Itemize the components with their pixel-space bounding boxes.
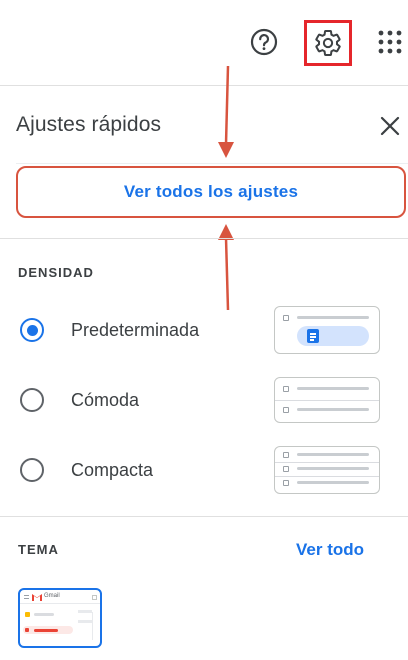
density-preview-comfortable: [274, 377, 380, 423]
density-option-label: Compacta: [71, 459, 154, 480]
see-all-themes-link[interactable]: Ver todo: [296, 540, 364, 560]
density-heading: DENSIDAD: [18, 265, 94, 280]
close-button[interactable]: [376, 112, 404, 140]
radio-compact[interactable]: [20, 458, 44, 482]
density-preview-default: [274, 306, 380, 354]
document-icon: [307, 329, 319, 343]
section-divider-top: [0, 238, 408, 239]
section-divider-bottom: [0, 516, 408, 517]
close-icon: [380, 116, 400, 136]
top-bar: [0, 0, 408, 84]
annotation-arrow-up: [218, 224, 234, 311]
gmail-brand-text: Gmail: [44, 593, 60, 599]
annotation-arrow-down: [218, 65, 234, 158]
density-option-label: Cómoda: [71, 389, 140, 410]
gear-icon: [315, 30, 341, 56]
top-divider: [0, 85, 408, 86]
apps-button[interactable]: [372, 24, 408, 60]
help-circle-icon: [250, 28, 278, 56]
help-button[interactable]: [246, 24, 282, 60]
see-all-settings-button[interactable]: Ver todos los ajustes: [16, 166, 406, 218]
settings-button[interactable]: [304, 20, 352, 66]
density-preview-compact: [274, 446, 380, 494]
density-option-label: Predeterminada: [71, 319, 200, 340]
radio-comfortable[interactable]: [20, 388, 44, 412]
gmail-logo-icon: [32, 594, 42, 601]
header-separator: [16, 163, 408, 164]
apps-grid-icon: [378, 30, 402, 54]
theme-thumbnail[interactable]: Gmail: [18, 588, 102, 648]
radio-default[interactable]: [20, 318, 44, 342]
panel-title: Ajustes rápidos: [16, 113, 162, 136]
theme-heading: TEMA: [18, 542, 59, 557]
